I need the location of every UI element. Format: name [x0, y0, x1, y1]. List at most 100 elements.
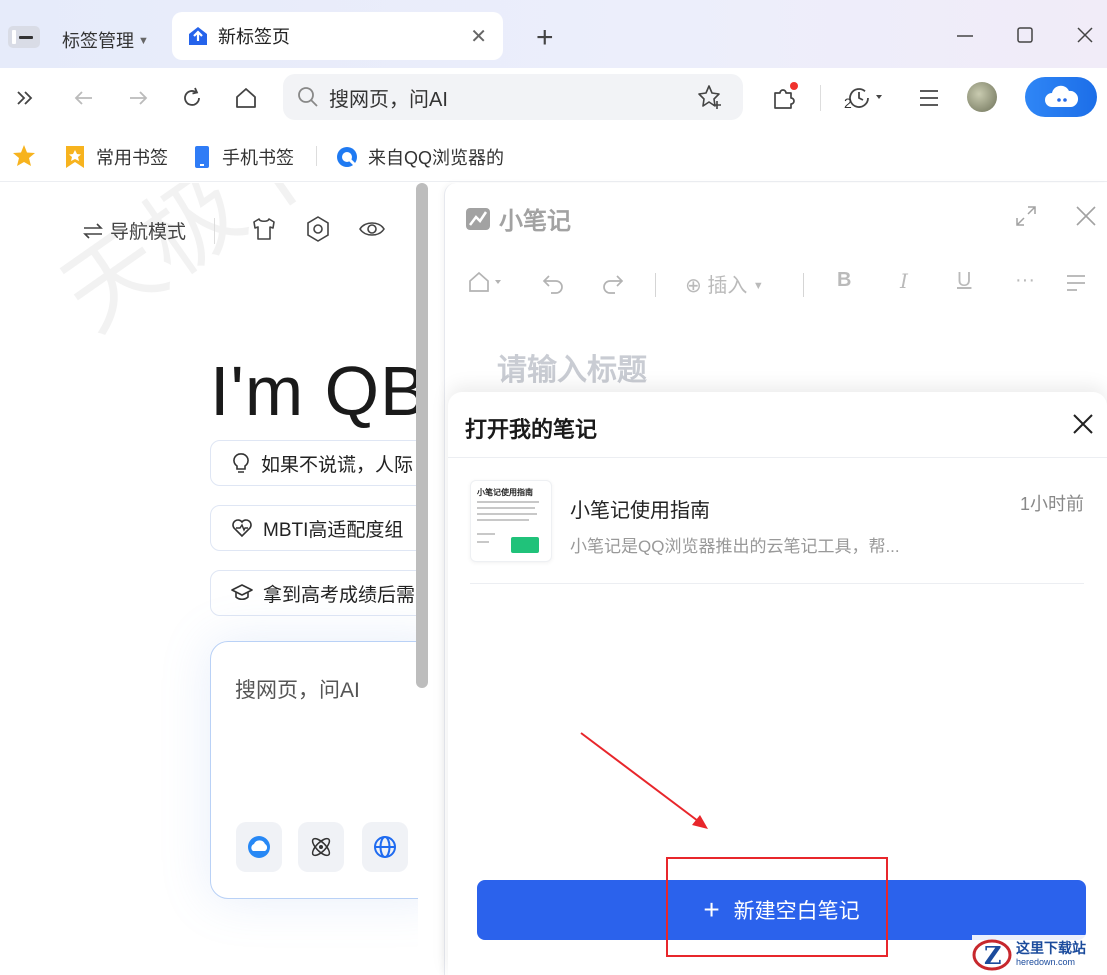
panel-title: 小笔记	[499, 208, 571, 235]
tab-new-tab[interactable]: 新标签页 ✕	[172, 12, 503, 60]
watermark-logo-line1: 这里下载站	[1016, 941, 1086, 958]
reload-icon[interactable]	[177, 83, 207, 113]
address-bar[interactable]: 搜网页，问AI	[283, 74, 743, 120]
nav-mode-button[interactable]: 导航模式	[82, 217, 216, 244]
insert-label: 插入	[707, 275, 748, 297]
redo-icon[interactable]	[601, 271, 625, 295]
underline-icon[interactable]: U	[957, 269, 971, 292]
new-tab-page: 天极下载站 导航模式 I'm QB 如果不说谎，人际 MBTI高适配度组 拿到高…	[0, 183, 418, 975]
cloud-sync-button[interactable]	[1025, 77, 1097, 117]
divider	[655, 273, 656, 297]
bookmark-star-icon[interactable]	[697, 84, 723, 110]
divider	[214, 217, 216, 244]
bookmark-label: 手机书签	[222, 148, 294, 168]
close-panel-icon[interactable]	[1075, 205, 1097, 227]
ai-search-box[interactable]: 搜网页，问AI	[210, 641, 418, 899]
bookmark-qq-folder[interactable]: 来自QQ浏览器的	[336, 144, 504, 170]
suggestion-chip[interactable]: 如果不说谎，人际	[210, 440, 418, 486]
home-icon[interactable]	[231, 83, 261, 113]
history-button[interactable]: 2	[842, 83, 886, 113]
tab-title: 新标签页	[218, 27, 290, 47]
bookmark-label: 来自QQ浏览器的	[368, 148, 505, 168]
tab-strip: 标签管理 ▼ 新标签页 ✕ +	[0, 0, 1107, 68]
thumbnail-line	[477, 541, 489, 543]
atom-icon	[311, 837, 331, 857]
history-badge: 2	[844, 95, 852, 111]
menu-icon[interactable]	[914, 83, 944, 113]
note-summary: 小笔记是QQ浏览器推出的云笔记工具，帮...	[570, 537, 900, 556]
close-tab-icon[interactable]: ✕	[470, 24, 487, 49]
note-title-placeholder[interactable]: 请输入标题	[497, 345, 647, 389]
thumbnail-title: 小笔记使用指南	[477, 488, 533, 497]
insert-menu-button[interactable]: ⊕ 插入 ▼	[685, 269, 764, 298]
divider	[448, 457, 1107, 458]
ai-cloud-icon	[248, 836, 270, 858]
close-window-icon[interactable]	[1074, 24, 1096, 46]
thumbnail-line	[477, 533, 495, 535]
more-icon[interactable]: ···	[1015, 269, 1035, 292]
note-time: 1小时前	[1019, 494, 1084, 514]
avatar[interactable]	[967, 82, 997, 112]
suggestion-text: MBTI高适配度组	[263, 519, 404, 541]
italic-icon[interactable]: I	[900, 269, 908, 293]
editor-toolbar: ⊕ 插入 ▼ B I U ···	[445, 261, 1107, 307]
brand-title: I'm QB	[210, 352, 418, 430]
sidebar-toggle-icon[interactable]	[8, 26, 40, 48]
new-tab-button[interactable]: +	[536, 21, 554, 55]
tab-manage-button[interactable]: 标签管理 ▼	[62, 27, 149, 53]
home-dropdown-icon[interactable]	[467, 269, 507, 295]
swap-icon	[83, 222, 103, 239]
undo-icon[interactable]	[541, 271, 565, 295]
maximize-icon[interactable]	[1014, 24, 1036, 46]
plus-circle-icon: ⊕	[685, 275, 702, 297]
thumbnail-line	[477, 501, 539, 503]
expand-sidebar-icon[interactable]	[10, 83, 40, 113]
page-scrollbar[interactable]	[416, 183, 428, 688]
note-thumbnail: 小笔记使用指南	[470, 480, 552, 562]
search-tool-ai-button[interactable]	[236, 822, 282, 872]
note-list-item[interactable]: 小笔记使用指南 小笔记使用指南 1小时前 小笔记是QQ浏览器推出的云笔记工具，帮…	[470, 480, 1084, 584]
search-tool-web-button[interactable]	[362, 822, 408, 872]
caret-down-icon: ▼	[752, 280, 764, 292]
bookmarks-bar: 常用书签 手机书签 来自QQ浏览器的	[0, 130, 1107, 182]
watermark-logo-icon: Z	[972, 939, 1012, 971]
heart-pulse-icon	[232, 519, 252, 538]
notification-dot	[790, 82, 798, 90]
suggestion-chip[interactable]: 拿到高考成绩后需	[210, 570, 418, 616]
minimize-icon[interactable]	[954, 24, 976, 46]
search-tool-atom-button[interactable]	[298, 822, 344, 872]
caret-down-icon: ▼	[138, 35, 149, 47]
bold-icon[interactable]: B	[837, 269, 851, 292]
thumbnail-image	[511, 537, 539, 553]
eye-icon[interactable]	[358, 215, 386, 243]
align-icon[interactable]	[1065, 273, 1087, 293]
skin-shirt-icon[interactable]	[250, 215, 278, 243]
toolbar-divider	[820, 85, 821, 111]
svg-text:Z: Z	[984, 941, 1002, 970]
back-icon[interactable]	[69, 83, 99, 113]
watermark-text: 天极下载站	[30, 183, 418, 357]
navigation-bar: 搜网页，问AI 2	[0, 68, 1107, 130]
note-logo-icon	[466, 207, 490, 230]
forward-icon[interactable]	[123, 83, 153, 113]
favorites-star-icon[interactable]	[11, 143, 37, 169]
settings-hexagon-icon[interactable]	[304, 215, 332, 243]
note-title: 小笔记使用指南	[570, 500, 710, 522]
bookmark-mobile[interactable]: 手机书签	[192, 144, 294, 170]
bookmark-common[interactable]: 常用书签	[64, 144, 168, 170]
bookmark-folder-icon	[66, 146, 84, 168]
close-dialog-icon[interactable]	[1071, 412, 1095, 436]
suggestion-chip[interactable]: MBTI高适配度组	[210, 505, 418, 551]
search-icon	[298, 87, 318, 107]
thumbnail-line	[477, 513, 537, 515]
tab-manage-label: 标签管理	[62, 31, 134, 51]
dialog-title: 打开我的笔记	[465, 417, 598, 442]
suggestion-text: 拿到高考成绩后需	[263, 584, 416, 606]
divider	[803, 273, 804, 297]
expand-panel-icon[interactable]	[1015, 205, 1037, 227]
qq-browser-icon	[337, 147, 357, 167]
panel-header: 小笔记	[465, 201, 571, 236]
mobile-icon	[195, 146, 209, 168]
home-tab-icon	[189, 27, 207, 45]
search-placeholder: 搜网页，问AI	[235, 679, 360, 702]
